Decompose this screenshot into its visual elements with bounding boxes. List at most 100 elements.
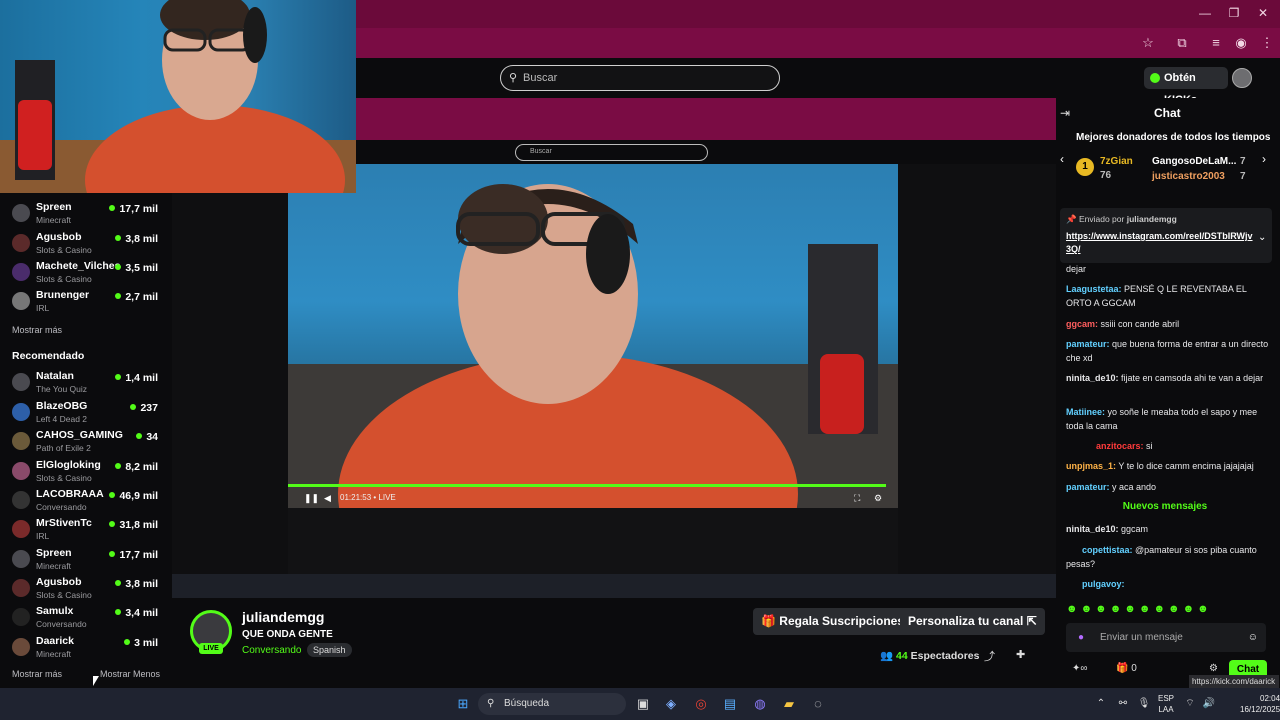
share-icon[interactable]: ⤴ xyxy=(984,648,995,664)
show-more-recommended[interactable]: Mostrar más xyxy=(12,669,62,679)
avatar xyxy=(12,373,30,391)
donor-name[interactable]: justicastro2003 xyxy=(1152,171,1225,182)
start-icon[interactable]: ⊞ xyxy=(453,694,473,714)
speaker-icon[interactable]: 🔊 xyxy=(1199,694,1219,714)
chrome-icon[interactable]: ◎ xyxy=(691,694,711,714)
keyboard-language[interactable]: ESP LAA xyxy=(1158,693,1174,715)
task-view-icon[interactable]: ▣ xyxy=(633,694,653,714)
avatar[interactable] xyxy=(1232,68,1252,88)
sidebar-item-daarick[interactable]: Daarick Minecraft 3 mil xyxy=(0,634,170,662)
chat-message-input[interactable]: ● Enviar un mensaje ☺ xyxy=(1066,623,1266,652)
sidebar-item-blazeobg[interactable]: BlazeOBG Left 4 Dead 2 237 xyxy=(0,399,170,427)
menu-dots-icon[interactable]: ⋮ xyxy=(1258,35,1276,51)
chat-username[interactable]: unpjmas_1: xyxy=(1066,461,1116,471)
taskbar-search[interactable]: ⚲ Búsqueda xyxy=(478,693,626,715)
chevron-left-icon[interactable]: ‹ xyxy=(1060,152,1064,166)
emote-bar[interactable]: ☻☻☻☻☻☻☻☻☻☻ xyxy=(1066,603,1266,617)
sidebar-item-agusbob[interactable]: Agusbob Slots & Casino 3,8 mil xyxy=(0,230,170,258)
clock-time: 02:04 xyxy=(1260,694,1280,703)
sidebar-item-natalan[interactable]: Natalan The You Quiz 1,4 mil xyxy=(0,369,170,397)
donor-name[interactable]: GangosoDeLaM... xyxy=(1152,156,1236,167)
channel-name: MrStivenTc xyxy=(36,517,92,529)
chevron-up-icon[interactable]: ⌃ xyxy=(1091,694,1111,714)
kicks-icon[interactable]: ✦∞ xyxy=(1072,663,1088,674)
avatar xyxy=(12,462,30,480)
network-icon[interactable]: ⚯ xyxy=(1113,694,1133,714)
volume-icon[interactable]: ◀ xyxy=(324,493,331,504)
media-icon[interactable]: ≡ xyxy=(1207,35,1225,51)
notepad-icon[interactable]: ▤ xyxy=(720,694,740,714)
streamer-name[interactable]: juliandemgg xyxy=(242,609,324,625)
search-input[interactable]: ⚲ Buscar xyxy=(500,65,780,91)
sidebar-item-lacobraaa[interactable]: LACOBRAAA Conversando 46,9 mil xyxy=(0,487,170,515)
taskbar-clock[interactable]: 02:04 16/12/2025 xyxy=(1240,693,1280,715)
gift-subs-button[interactable]: 🎁 Regala Suscripciones xyxy=(753,608,913,635)
get-kicks-button[interactable]: Obtén KICKs xyxy=(1144,67,1228,106)
wifi-icon[interactable]: ⌔ xyxy=(1180,694,1200,714)
new-messages-divider[interactable]: Nuevos mensajes xyxy=(1058,501,1272,515)
close-icon[interactable]: ✕ xyxy=(1256,6,1270,20)
chat-username[interactable]: pulgavoy: xyxy=(1082,579,1125,589)
chat-username[interactable]: pamateur: xyxy=(1066,339,1110,349)
viewer-count: 1,4 mil xyxy=(115,372,158,384)
video-progress-bar[interactable] xyxy=(288,484,886,487)
pause-icon[interactable]: ❚❚ xyxy=(304,493,319,504)
sidebar-item-mrstiventc[interactable]: MrStivenTc IRL 31,8 mil xyxy=(0,516,170,544)
profile-icon[interactable]: ◉ xyxy=(1232,35,1250,51)
sidebar-item-elglogloking[interactable]: ElGlogloking Slots & Casino 8,2 mil xyxy=(0,458,170,486)
microphone-icon[interactable]: ● xyxy=(1078,623,1084,652)
emoji-icon[interactable]: ☺ xyxy=(1248,623,1258,652)
settings-icon[interactable]: ⚙ xyxy=(874,493,882,504)
viewer-count: 34 xyxy=(136,431,158,443)
show-less-recommended[interactable]: Mostrar Menos xyxy=(100,669,160,679)
chat-username[interactable]: Matiinee: xyxy=(1066,407,1105,417)
channel-name: Spreen xyxy=(36,547,72,559)
sidebar-item-cahos-gaming[interactable]: CAHOS_GAMING Path of Exile 2 34 xyxy=(0,428,170,456)
chevron-right-icon[interactable]: › xyxy=(1262,152,1266,166)
maximize-icon[interactable]: ❐ xyxy=(1227,6,1241,20)
avatar xyxy=(12,204,30,222)
chat-username[interactable]: ggcam: xyxy=(1066,319,1098,329)
chat-username[interactable]: anzitocars: xyxy=(1096,441,1144,451)
sidebar-item-machete-vilches[interactable]: Machete_Vilches Slots & Casino 3,5 mil xyxy=(0,259,170,287)
channel-name: CAHOS_GAMING xyxy=(36,429,123,441)
sidebar-item-spreen[interactable]: Spreen Minecraft 17,7 mil xyxy=(0,546,170,574)
chevron-down-icon[interactable]: ⌄ xyxy=(1258,232,1266,243)
chat-panel xyxy=(1057,98,1280,688)
pinned-message[interactable]: 📌 Enviado por juliandemgg https://www.in… xyxy=(1060,208,1272,263)
mouse-cursor xyxy=(93,676,99,686)
language-tag[interactable]: Spanish xyxy=(307,643,352,657)
file-explorer-icon[interactable]: ▰ xyxy=(779,694,799,714)
pinned-link[interactable]: https://www.instagram.com/reel/DSTbIRWjv… xyxy=(1066,230,1254,256)
sidebar-item-spreen[interactable]: Spreen Minecraft 17,7 mil xyxy=(0,200,170,228)
minimize-icon[interactable]: — xyxy=(1198,6,1212,20)
fullscreen-icon[interactable]: ⛶ xyxy=(854,493,860,504)
follow-icon[interactable]: ✚ xyxy=(1016,648,1025,661)
donor-name[interactable]: 7zGian xyxy=(1100,156,1133,167)
streamer-figure xyxy=(288,184,898,508)
chat-username[interactable]: Laagustetaa: xyxy=(1066,284,1122,294)
viewer-count: 17,7 mil xyxy=(109,203,158,215)
gift-icon[interactable]: 🎁 0 xyxy=(1116,663,1137,674)
app-icon[interactable]: ◌ xyxy=(808,694,828,714)
sidebar-item-agusbob[interactable]: Agusbob Slots & Casino 3,8 mil xyxy=(0,575,170,603)
sidebar-item-samulx[interactable]: Samulx Conversando 3,4 mil xyxy=(0,604,170,632)
show-more-following[interactable]: Mostrar más xyxy=(12,325,62,335)
collapse-chat-icon[interactable]: ⇥ xyxy=(1060,106,1070,120)
avatar xyxy=(12,638,30,656)
bookmark-star-icon[interactable]: ☆ xyxy=(1139,35,1157,51)
chat-message: pamateur: que buena forma de entrar a un… xyxy=(1066,337,1272,365)
chat-settings-icon[interactable]: ⚙ xyxy=(1209,663,1218,674)
copilot-icon[interactable]: ◈ xyxy=(661,694,681,714)
stream-category-link[interactable]: Conversando xyxy=(242,645,301,656)
chat-username[interactable]: ninita_de10: xyxy=(1066,524,1119,534)
avatar xyxy=(12,579,30,597)
discord-icon[interactable]: ◍ xyxy=(750,694,770,714)
sidebar-item-brunenger[interactable]: Brunenger IRL 2,7 mil xyxy=(0,288,170,316)
chat-username[interactable]: ninita_de10: xyxy=(1066,373,1119,383)
chat-username[interactable]: pamateur: xyxy=(1066,482,1110,492)
chat-username[interactable]: copettistaa: xyxy=(1082,545,1133,555)
extensions-icon[interactable]: ⧉ xyxy=(1173,35,1191,51)
customize-channel-button[interactable]: Personaliza tu canal ⇱ xyxy=(900,608,1045,635)
microphone-icon[interactable]: 🎙 xyxy=(1134,694,1154,714)
